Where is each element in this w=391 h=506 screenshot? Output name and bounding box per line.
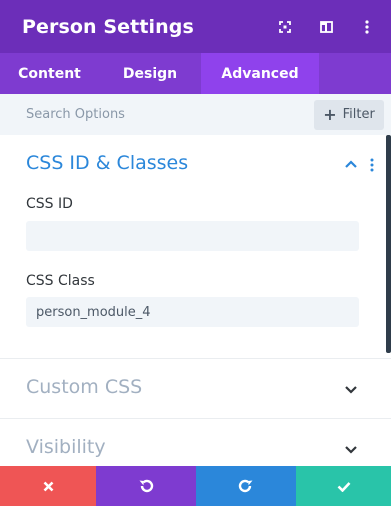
redo-icon (238, 479, 253, 493)
scrollbar[interactable] (386, 135, 391, 353)
section-custom-css[interactable]: Custom CSS (0, 359, 391, 419)
settings-header: Person Settings (0, 0, 391, 53)
search-bar: + Filter (0, 94, 391, 135)
redo-button[interactable] (196, 466, 296, 506)
settings-tabs: Content Design Advanced (0, 53, 391, 94)
tab-design[interactable]: Design (99, 53, 201, 94)
more-options-button[interactable] (357, 17, 377, 37)
undo-icon (139, 479, 154, 493)
settings-panel: CSS ID & Classes CSS ID CSS Class Custom… (0, 135, 391, 466)
plus-icon: + (323, 104, 337, 124)
expand-button[interactable] (275, 17, 295, 37)
close-icon (43, 481, 53, 491)
chevron-down-icon (345, 446, 357, 454)
tab-advanced[interactable]: Advanced (201, 53, 319, 94)
split-view-button[interactable] (316, 17, 336, 37)
chevron-down-icon (345, 386, 357, 394)
more-vertical-icon (365, 19, 369, 34)
cancel-button[interactable] (0, 466, 96, 506)
css-id-field[interactable] (26, 221, 359, 251)
chevron-up-icon[interactable] (344, 159, 358, 169)
check-icon (337, 481, 350, 492)
section-css-id-classes: CSS ID & Classes CSS ID CSS Class (0, 135, 391, 359)
css-id-label: CSS ID (26, 196, 73, 212)
section-title[interactable]: CSS ID & Classes (26, 152, 188, 174)
footer-actions (0, 466, 391, 506)
split-view-icon (319, 20, 333, 33)
section-title: Visibility (26, 436, 106, 458)
section-visibility[interactable]: Visibility (0, 419, 391, 466)
search-input[interactable] (0, 94, 314, 135)
filter-label: Filter (342, 107, 375, 122)
save-button[interactable] (296, 466, 391, 506)
modal-title: Person Settings (22, 15, 194, 38)
undo-button[interactable] (96, 466, 196, 506)
tab-content[interactable]: Content (0, 53, 99, 94)
section-title: Custom CSS (26, 376, 143, 398)
section-options-icon[interactable] (369, 158, 375, 172)
css-class-field[interactable] (26, 297, 359, 327)
css-class-label: CSS Class (26, 273, 95, 289)
filter-button[interactable]: + Filter (314, 99, 384, 130)
expand-icon (279, 20, 291, 33)
